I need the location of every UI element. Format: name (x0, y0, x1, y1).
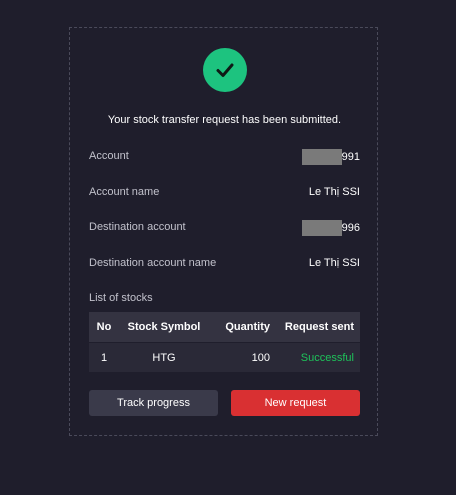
account-value: 991 (301, 149, 360, 165)
destination-account-value-suffix: 996 (341, 222, 360, 234)
account-label: Account (89, 150, 129, 162)
table-header: No Stock Symbol Quantity Request sent (89, 312, 360, 342)
masked-redaction (301, 149, 342, 165)
track-progress-button[interactable]: Track progress (89, 390, 218, 416)
destination-account-name-label: Destination account name (89, 257, 217, 269)
check-circle-icon (203, 48, 247, 92)
new-request-button[interactable]: New request (231, 390, 360, 416)
account-name-value: Le Thị SSI (308, 186, 360, 198)
transfer-result-panel: Your stock transfer request has been sub… (69, 27, 378, 436)
cell-symbol: HTG (152, 351, 176, 364)
destination-account-name-row: Destination account name Le Thị SSI (89, 256, 360, 270)
account-name-row: Account name Le Thị SSI (89, 185, 360, 199)
stocks-table: No Stock Symbol Quantity Request sent 1 … (89, 312, 360, 372)
masked-redaction (301, 220, 342, 236)
account-name-label: Account name (89, 186, 160, 198)
account-row: Account 991 (89, 149, 360, 165)
destination-account-row: Destination account 996 (89, 220, 360, 236)
destination-account-value: 996 (301, 220, 360, 236)
header-request-sent: Request sent (284, 321, 354, 333)
destination-account-name-value: Le Thị SSI (308, 257, 360, 269)
cell-no: 1 (100, 351, 108, 364)
header-symbol: Stock Symbol (127, 321, 201, 333)
account-value-suffix: 991 (341, 151, 360, 163)
table-row: 1 HTG 100 Successful (89, 342, 360, 372)
header-no: No (96, 321, 112, 333)
cell-quantity: 100 (251, 351, 270, 364)
success-message: Your stock transfer request has been sub… (107, 114, 342, 126)
cell-request-status: Successful (300, 351, 354, 364)
destination-account-label: Destination account (89, 221, 186, 233)
stocks-list-title: List of stocks (89, 292, 153, 304)
header-quantity: Quantity (225, 321, 270, 333)
